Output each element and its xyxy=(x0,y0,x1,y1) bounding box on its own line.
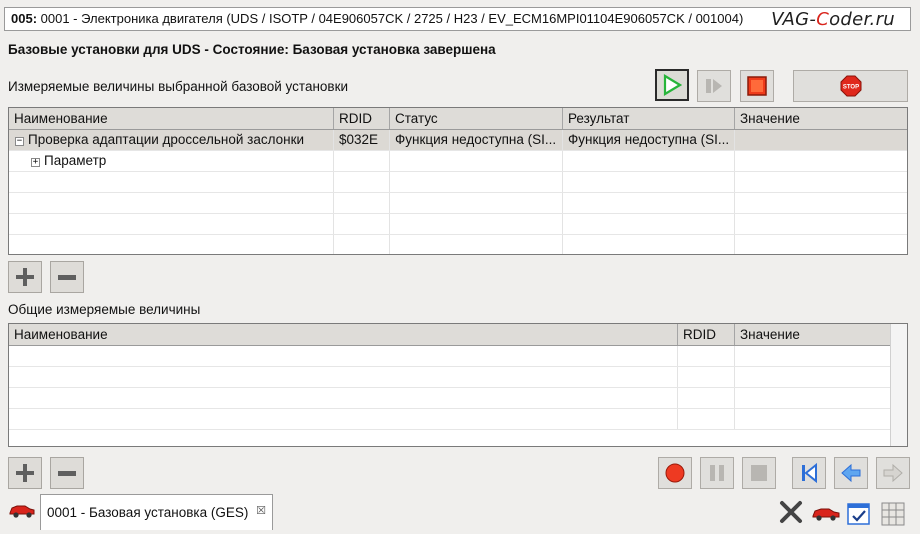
table-header: Наименование RDID Статус Результат Значе… xyxy=(9,108,907,130)
record-button[interactable] xyxy=(658,457,692,489)
row-result: Функция недоступна (SI... xyxy=(563,130,735,150)
stop-icon xyxy=(751,465,767,481)
col-rdid[interactable]: RDID xyxy=(678,324,735,345)
window-title-text: 0001 - Электроника двигателя (UDS / ISOT… xyxy=(37,11,744,26)
checkbox-window-icon[interactable] xyxy=(846,501,872,530)
stop-square-button[interactable] xyxy=(740,70,774,102)
expand-icon[interactable]: + xyxy=(31,158,40,167)
window-title-code: 005: xyxy=(11,11,38,26)
row-status: Функция недоступна (SI... xyxy=(390,130,563,150)
tools-icon[interactable] xyxy=(778,499,804,528)
page-heading: Базовые установки для UDS - Состояние: Б… xyxy=(8,42,496,57)
play-icon xyxy=(663,74,682,96)
svg-text:STOP: STOP xyxy=(842,85,858,91)
grid-icon[interactable] xyxy=(880,501,906,530)
tab-label: 0001 - Базовая установка (GES) xyxy=(47,505,249,520)
col-name[interactable]: Наименование xyxy=(9,324,678,345)
row-name: Параметр xyxy=(44,153,107,168)
table-row-empty xyxy=(9,409,907,430)
table-row-empty xyxy=(9,172,907,193)
arrow-left-icon xyxy=(841,463,861,483)
first-button[interactable] xyxy=(792,457,826,489)
table-row-empty xyxy=(9,235,907,254)
row-rdid: $032E xyxy=(334,130,390,150)
col-status[interactable]: Статус xyxy=(390,108,563,129)
play-button[interactable] xyxy=(655,69,689,101)
plus-icon xyxy=(16,464,34,482)
section2-label: Общие измеряемые величины xyxy=(8,302,201,317)
back-button[interactable] xyxy=(834,457,868,489)
add-button-2[interactable] xyxy=(8,457,42,489)
collapse-icon[interactable]: − xyxy=(15,137,24,146)
car-status-icon[interactable] xyxy=(811,503,841,526)
minus-icon xyxy=(58,470,76,476)
col-rdid[interactable]: RDID xyxy=(334,108,390,129)
common-values-table: Наименование RDID Значение xyxy=(8,323,908,447)
forward-button[interactable] xyxy=(876,457,910,489)
row-value xyxy=(735,130,907,150)
table-row[interactable]: − Проверка адаптации дроссельной заслонки… xyxy=(9,130,907,151)
table-row[interactable]: + Параметр xyxy=(9,151,907,172)
table-row-empty xyxy=(9,367,907,388)
plus-icon xyxy=(16,268,34,286)
skip-first-icon xyxy=(802,462,817,484)
step-forward-button[interactable] xyxy=(697,70,731,102)
record-icon xyxy=(665,463,685,483)
col-result[interactable]: Результат xyxy=(563,108,735,129)
pause-icon xyxy=(710,465,724,481)
watermark: VAG-Coder.ru xyxy=(768,9,898,30)
table-row-empty xyxy=(9,346,907,367)
table-row-empty xyxy=(9,193,907,214)
stop-sign-icon: STOP xyxy=(840,75,861,97)
row-name: Проверка адаптации дроссельной заслонки xyxy=(28,132,305,147)
col-name[interactable]: Наименование xyxy=(9,108,334,129)
stop-record-button[interactable] xyxy=(742,457,776,489)
arrow-right-icon xyxy=(883,463,903,483)
tab-basic-settings[interactable]: 0001 - Базовая установка (GES) ☒ xyxy=(40,494,273,530)
close-tab-icon[interactable]: ☒ xyxy=(256,504,266,517)
remove-button-2[interactable] xyxy=(50,457,84,489)
pause-button[interactable] xyxy=(700,457,734,489)
remove-button-1[interactable] xyxy=(50,261,84,293)
minus-icon xyxy=(58,274,76,280)
table-row-empty xyxy=(9,388,907,409)
col-value[interactable]: Значение xyxy=(735,324,892,345)
stop-button[interactable]: STOP xyxy=(793,70,908,102)
col-value[interactable]: Значение xyxy=(735,108,907,129)
table-row-empty xyxy=(9,214,907,235)
measured-values-table: Наименование RDID Статус Результат Значе… xyxy=(8,107,908,255)
vertical-scrollbar[interactable] xyxy=(890,324,907,446)
stop-square-icon xyxy=(747,76,767,96)
step-forward-icon xyxy=(706,79,722,93)
table-header: Наименование RDID Значение xyxy=(9,324,907,346)
car-icon xyxy=(8,500,36,523)
section1-label: Измеряемые величины выбранной базовой ус… xyxy=(8,79,349,94)
add-button-1[interactable] xyxy=(8,261,42,293)
